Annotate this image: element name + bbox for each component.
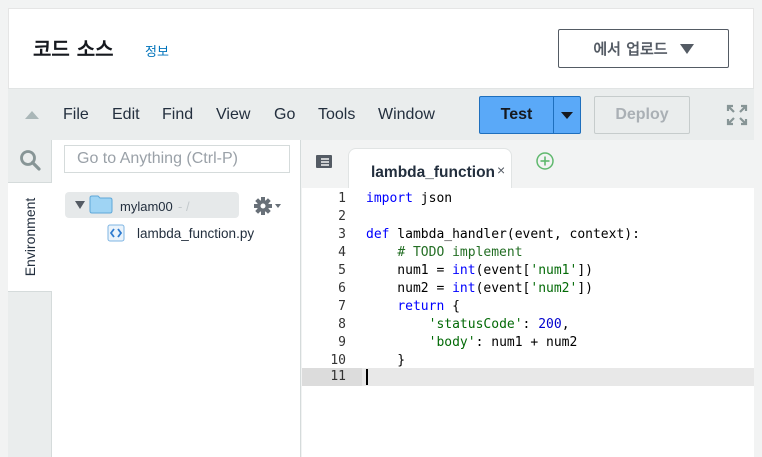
upload-from-label: 에서 업로드: [593, 40, 668, 58]
code-line: import json: [366, 191, 453, 206]
test-dropdown-button[interactable]: [554, 97, 580, 133]
upload-from-button[interactable]: 에서 업로드: [558, 29, 729, 68]
line-number: 1: [338, 191, 346, 206]
code-editor[interactable]: import json def lambda_handler(event, co…: [362, 188, 754, 457]
gear-icon[interactable]: [253, 195, 283, 217]
code-line: num1 = int(event['num1']): [366, 263, 593, 278]
python-file-icon: [107, 224, 125, 242]
fullscreen-icon[interactable]: [726, 104, 748, 126]
line-number: 5: [338, 263, 346, 278]
line-number: 9: [338, 335, 346, 350]
test-split-button[interactable]: Test: [479, 96, 581, 134]
tab-lambda-function[interactable]: lambda_function ×: [348, 148, 512, 188]
line-number: 6: [338, 281, 346, 296]
line-number: 11: [330, 369, 346, 384]
menu-go[interactable]: Go: [274, 106, 295, 124]
line-number: 3: [338, 227, 346, 242]
expand-triangle-icon[interactable]: [75, 201, 85, 209]
active-line-gutter: 11: [302, 368, 362, 386]
environment-tab-label: Environment: [22, 197, 38, 277]
page-title: 코드 소스: [33, 37, 114, 61]
file-tree-panel: mylam00 - / lambda_function.py: [52, 140, 301, 457]
caret-down-icon: [679, 43, 694, 54]
tree-file-name: lambda_function.py: [137, 225, 255, 241]
menu-tools[interactable]: Tools: [318, 106, 355, 124]
info-link[interactable]: 정보: [145, 41, 169, 60]
tab-list-icon[interactable]: [314, 152, 334, 170]
add-tab-icon[interactable]: [535, 151, 555, 171]
menu-edit[interactable]: Edit: [112, 106, 140, 124]
test-button[interactable]: Test: [480, 97, 554, 133]
code-line: 'statusCode': 200,: [428, 317, 570, 332]
tab-label: lambda_function: [371, 164, 496, 181]
line-number: 8: [338, 317, 346, 332]
code-line: return {: [397, 299, 460, 314]
left-panel-tabs: Environment: [8, 140, 52, 457]
code-line: num2 = int(event['num2']): [366, 281, 593, 296]
menu-find[interactable]: Find: [162, 106, 193, 124]
caret-down-icon: [561, 111, 573, 119]
menu-view[interactable]: View: [216, 106, 250, 124]
deploy-button[interactable]: Deploy: [594, 96, 690, 134]
line-number: 10: [330, 353, 346, 368]
active-line-highlight: [362, 368, 754, 386]
code-line: def lambda_handler(event, context):: [366, 227, 640, 242]
tree-file-lambda-function[interactable]: lambda_function.py: [107, 222, 254, 244]
line-number-gutter: 1 2 3 4 5 6 7 8 9 10: [302, 188, 362, 457]
tree-root-folder[interactable]: mylam00 - /: [65, 192, 239, 218]
text-cursor: [366, 369, 368, 385]
collapse-up-icon[interactable]: [25, 111, 39, 119]
code-source-header: 코드 소스 정보 에서 업로드: [8, 8, 754, 88]
line-number: 4: [338, 245, 346, 260]
search-icon[interactable]: [19, 149, 41, 171]
folder-icon: [89, 195, 113, 214]
code-line: # TODO implement: [397, 245, 523, 260]
root-folder-name: mylam00: [120, 199, 173, 214]
menu-window[interactable]: Window: [378, 106, 435, 124]
environment-tab[interactable]: Environment: [8, 182, 52, 292]
line-number: 7: [338, 299, 346, 314]
editor-tab-strip: lambda_function ×: [302, 140, 754, 188]
menu-file[interactable]: File: [63, 106, 89, 124]
line-number: 2: [338, 209, 346, 224]
close-icon[interactable]: ×: [497, 162, 505, 178]
code-line: 'body': num1 + num2: [428, 335, 578, 350]
ide-menubar: File Edit Find View Go Tools Window Test…: [8, 88, 754, 140]
code-line: }: [366, 353, 406, 368]
root-folder-path: - /: [178, 199, 190, 214]
goto-anything-input[interactable]: [64, 145, 290, 173]
